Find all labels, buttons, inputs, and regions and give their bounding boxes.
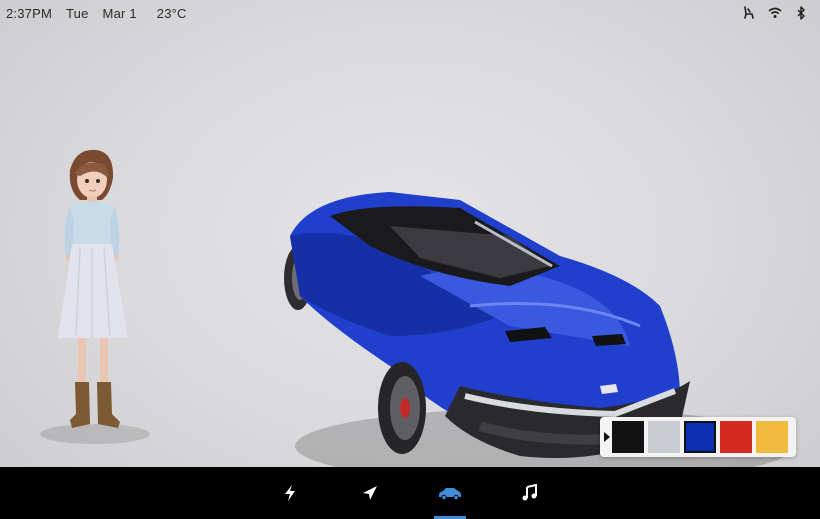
assistant-avatar[interactable] — [40, 148, 150, 468]
status-bar: 2:37PM Tue Mar 1 23°C — [0, 0, 820, 26]
lightning-icon — [285, 485, 295, 501]
nav-energy[interactable] — [250, 467, 330, 519]
caret-right-icon — [604, 432, 610, 442]
vehicle-showroom — [0, 26, 820, 484]
nav-media[interactable] — [490, 467, 570, 519]
status-icons — [742, 6, 820, 20]
bluetooth-icon[interactable] — [794, 6, 808, 20]
nav-navigation[interactable] — [330, 467, 410, 519]
color-swatch-silver[interactable] — [648, 421, 680, 453]
status-info: 2:37PM Tue Mar 1 23°C — [0, 6, 187, 21]
color-picker — [600, 417, 796, 457]
color-swatch-black[interactable] — [612, 421, 644, 453]
clock-date: Mar 1 — [102, 5, 137, 21]
nav-vehicle[interactable] — [410, 467, 490, 519]
music-note-icon — [522, 484, 537, 501]
clock-day: Tue — [66, 5, 89, 21]
navigation-arrow-icon — [363, 486, 377, 500]
color-swatch-red[interactable] — [720, 421, 752, 453]
seat-icon[interactable] — [742, 6, 756, 20]
color-swatch-yellow[interactable] — [756, 421, 788, 453]
car-icon — [439, 488, 461, 501]
bottom-navigation — [0, 467, 820, 519]
wifi-icon[interactable] — [768, 6, 782, 20]
color-swatch-blue[interactable] — [684, 421, 716, 453]
outside-temperature: 23°C — [156, 5, 187, 21]
clock-time: 2:37PM — [6, 5, 53, 21]
